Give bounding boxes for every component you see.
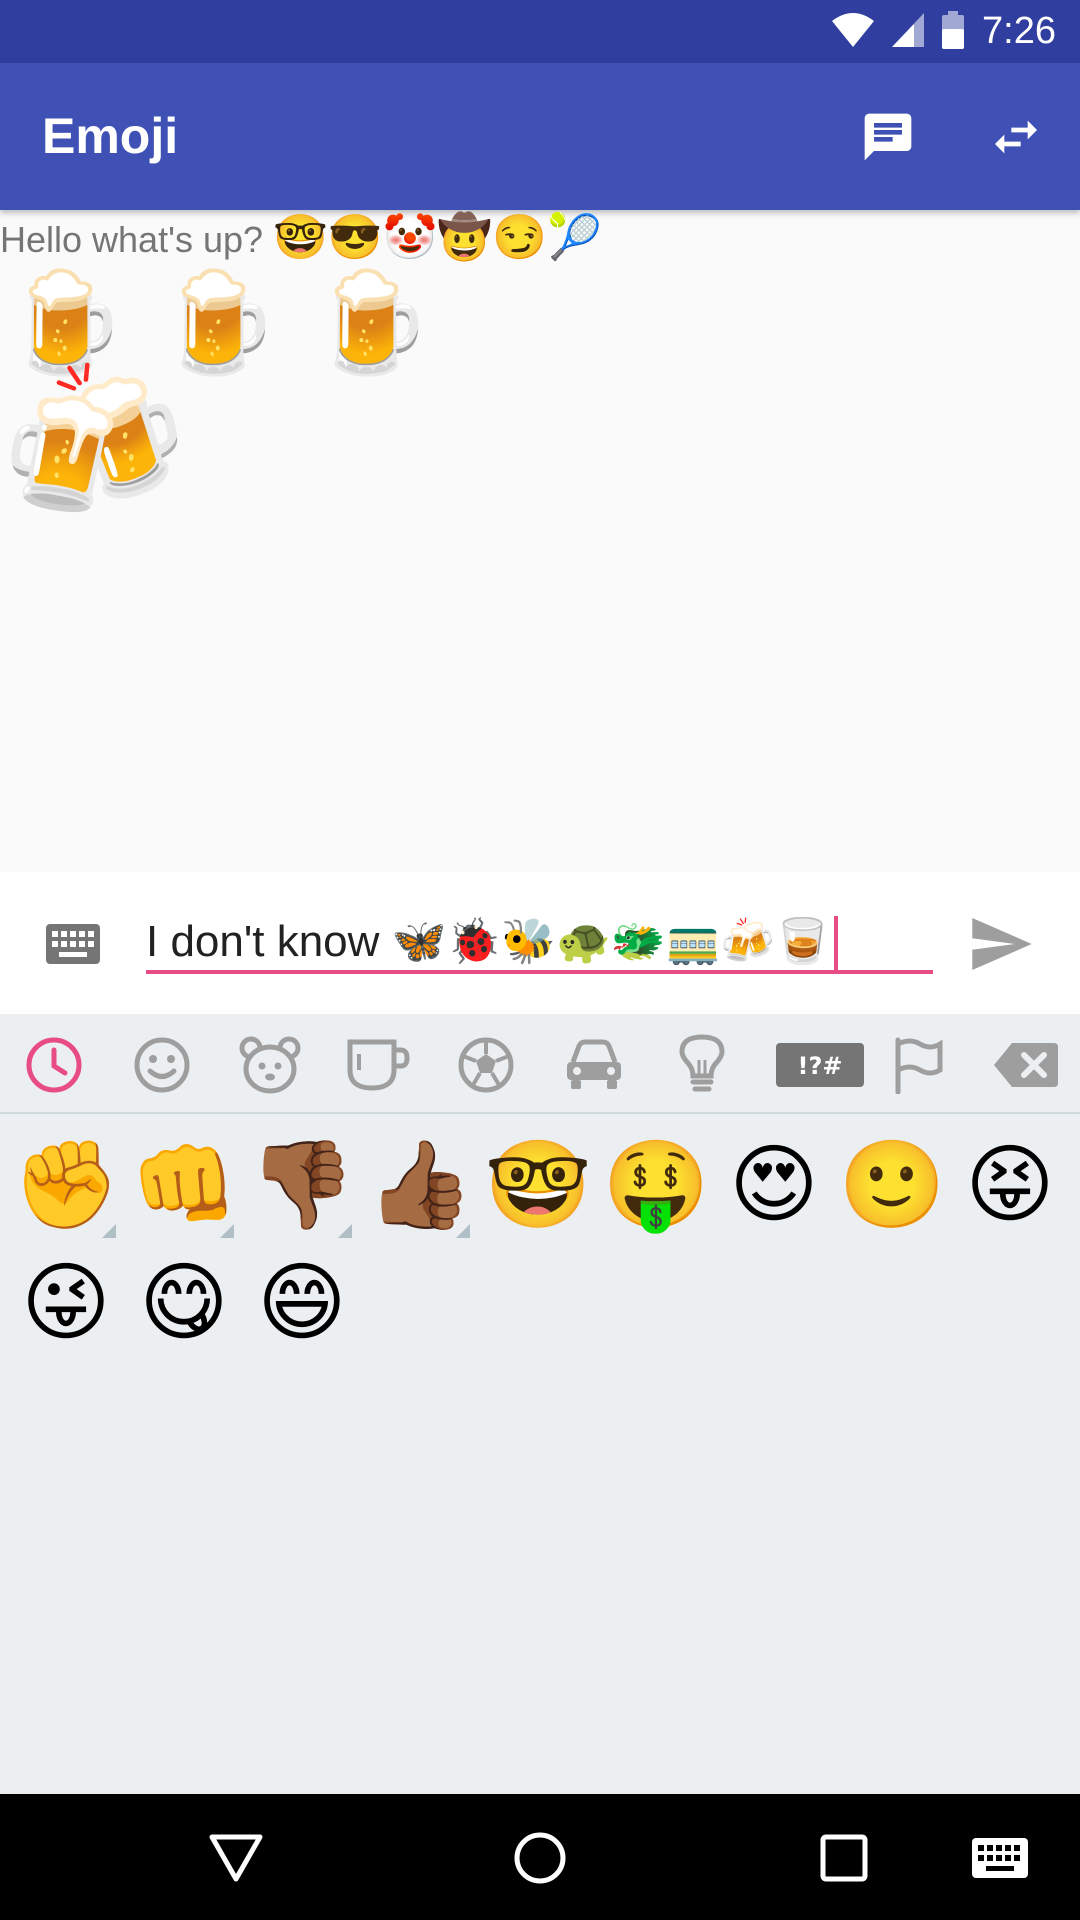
flag-icon: [895, 1037, 943, 1094]
swap-horiz-icon: [995, 120, 1037, 154]
emoji-key[interactable]: 😋: [129, 1248, 239, 1358]
emoji-key[interactable]: 🤓: [483, 1130, 593, 1240]
skin-tone-indicator: [102, 1224, 116, 1238]
emoji-category-tabs: !?#: [0, 1014, 1080, 1114]
home-button[interactable]: [504, 1822, 576, 1894]
keyboard-toggle-button[interactable]: [46, 924, 100, 968]
emoji-key[interactable]: 😍: [719, 1130, 829, 1240]
swap-button[interactable]: [980, 101, 1052, 173]
app-bar: Emoji: [0, 63, 1080, 210]
emoji-key[interactable]: 😄: [247, 1248, 357, 1358]
wifi-icon: [832, 12, 875, 51]
backspace-icon: [994, 1043, 1058, 1087]
keyboard-icon: [46, 924, 100, 964]
smiley-icon: [134, 1037, 190, 1093]
svg-text:!?#: !?#: [798, 1052, 843, 1080]
home-circle-icon: [514, 1832, 566, 1884]
cell-signal-icon: [892, 12, 925, 51]
message-input-value: I don't know 🦋🐞🐝🐢🐲🚃🍻🥃: [146, 917, 830, 966]
app-title: Emoji: [42, 108, 179, 164]
symbols-icon: !?#: [776, 1043, 864, 1087]
tab-travel[interactable]: [559, 1032, 629, 1098]
message-text: Hello what's up?: [0, 219, 264, 260]
keyboard-icon: [972, 1838, 1028, 1878]
skin-tone-indicator: [220, 1224, 234, 1238]
tab-flags[interactable]: [883, 1032, 953, 1098]
emoji-key[interactable]: 🤑: [601, 1130, 711, 1240]
recents-square-icon: [820, 1834, 868, 1882]
cup-icon: [347, 1039, 410, 1091]
tab-recent[interactable]: [19, 1032, 89, 1098]
soccer-ball-icon: [458, 1037, 514, 1093]
tab-activity[interactable]: [451, 1032, 521, 1098]
backspace-button[interactable]: [991, 1032, 1061, 1098]
clinking-beers-emoji: 🍻: [0, 356, 187, 530]
emoji-keyboard: !?# ✊ 👊 👎🏾 👍🏾 🤓 🤑 😍 🙂 😝 😜 😋 😄: [0, 1014, 1080, 1794]
lightbulb-icon: [679, 1034, 725, 1092]
status-time: 7:26: [982, 10, 1056, 52]
send-icon: [972, 918, 1032, 970]
bear-icon: [239, 1036, 301, 1094]
emoji-key[interactable]: 😝: [955, 1130, 1065, 1240]
text-cursor: [833, 916, 838, 970]
message-line: Hello what's up? 🤓😎🤡🤠😏🎾: [0, 210, 602, 268]
back-triangle-icon: [209, 1834, 263, 1882]
send-button[interactable]: [972, 918, 1032, 974]
ime-switcher-button[interactable]: [964, 1822, 1036, 1894]
message-emoji: 🤓😎🤡🤠😏🎾: [273, 213, 602, 262]
tab-food[interactable]: [343, 1032, 413, 1098]
tab-symbols[interactable]: !?#: [775, 1032, 865, 1098]
skin-tone-indicator: [338, 1224, 352, 1238]
car-icon: [567, 1039, 621, 1089]
recents-button[interactable]: [808, 1822, 880, 1894]
chat-button[interactable]: [852, 101, 924, 173]
skin-tone-indicator: [456, 1224, 470, 1238]
tab-animals[interactable]: [235, 1032, 305, 1098]
status-bar: 7:26: [0, 0, 1080, 63]
tab-smileys[interactable]: [127, 1032, 197, 1098]
clock-icon: [26, 1037, 82, 1093]
battery-icon: [942, 10, 965, 53]
back-button[interactable]: [200, 1822, 272, 1894]
message-icon: [864, 113, 912, 161]
compose-bar: I don't know 🦋🐞🐝🐢🐲🚃🍻🥃: [0, 872, 1080, 1014]
navigation-bar: [0, 1794, 1080, 1920]
emoji-key[interactable]: 😜: [11, 1248, 121, 1358]
emoji-key[interactable]: 🙂: [837, 1130, 947, 1240]
message-input[interactable]: I don't know 🦋🐞🐝🐢🐲🚃🍻🥃: [146, 910, 933, 974]
message-area: Hello what's up? 🤓😎🤡🤠😏🎾 🍺 🍺 🍺 🍻: [0, 210, 1080, 870]
tab-objects[interactable]: [667, 1032, 737, 1098]
